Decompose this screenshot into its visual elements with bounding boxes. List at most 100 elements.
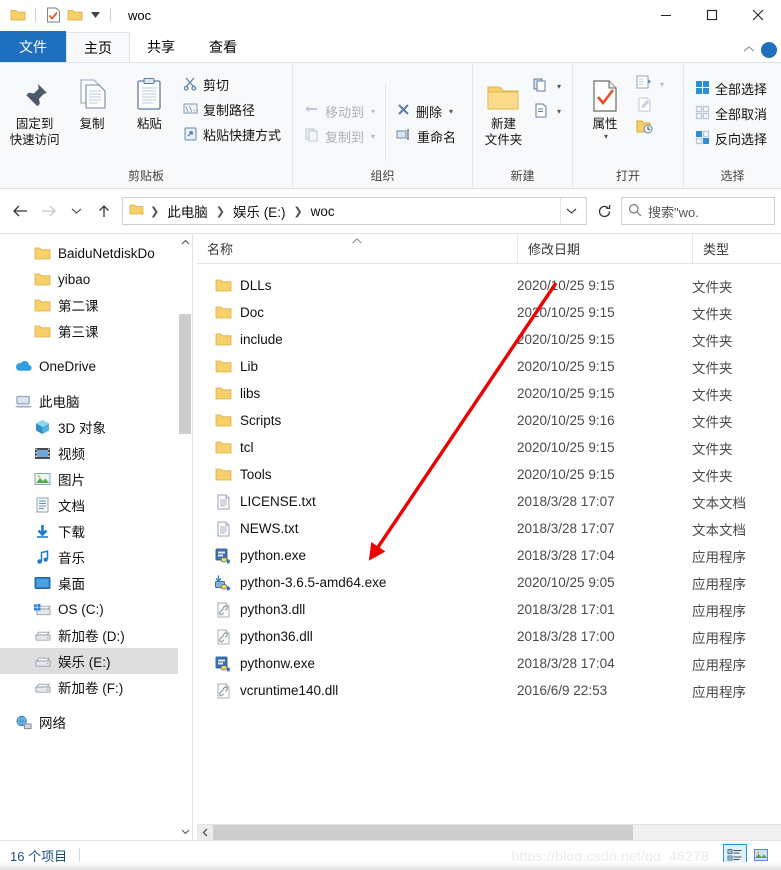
qat-dropdown-icon[interactable] — [87, 5, 103, 25]
collapse-ribbon-icon[interactable] — [743, 44, 755, 56]
properties-button[interactable]: 属性 ▾ — [579, 69, 631, 145]
sidebar-item-[interactable]: 此电脑 — [0, 388, 192, 414]
file-name-cell[interactable]: tcl — [197, 439, 517, 456]
nav-scrollbar-thumb[interactable] — [179, 314, 191, 434]
file-name-cell[interactable]: libs — [197, 385, 517, 402]
copy-path-button[interactable]: \\.. 复制路径 — [178, 97, 286, 122]
table-row[interactable]: tcl 2020/10/25 9:15 文件夹 — [197, 434, 781, 461]
delete-caret-icon[interactable]: ▾ — [449, 107, 453, 116]
horizontal-scrollbar[interactable] — [197, 824, 781, 841]
breadcrumb-item-1[interactable]: 娱乐 (E:) — [229, 199, 290, 223]
edit-button[interactable] — [631, 95, 669, 117]
invert-selection-button[interactable]: 反向选择 — [690, 126, 772, 151]
column-header-type[interactable]: 类型 — [692, 234, 781, 263]
search-box[interactable]: 搜索"wo. — [621, 197, 775, 225]
tab-share[interactable]: 共享 — [130, 32, 192, 62]
sidebar-item-f[interactable]: 新加卷 (F:) — [0, 674, 192, 700]
table-row[interactable]: NEWS.txt 2018/3/28 17:07 文本文档 — [197, 515, 781, 542]
move-to-caret-icon[interactable]: ▾ — [371, 107, 375, 116]
open-button[interactable]: ▾ — [631, 73, 669, 95]
sidebar-item-[interactable]: 视频 — [0, 440, 192, 466]
table-row[interactable]: LICENSE.txt 2018/3/28 17:07 文本文档 — [197, 488, 781, 515]
file-name-cell[interactable]: Doc — [197, 304, 517, 321]
column-header-date[interactable]: 修改日期 — [517, 234, 692, 263]
easy-access-button[interactable]: ▾ — [528, 99, 566, 124]
select-none-button[interactable]: 全部取消 — [690, 101, 772, 126]
breadcrumb-dropdown-icon[interactable] — [560, 198, 582, 224]
column-header-name[interactable]: 名称 — [197, 234, 517, 263]
cut-button[interactable]: 剪切 — [178, 72, 286, 97]
breadcrumb-chevron-2[interactable]: ❯ — [291, 205, 304, 218]
breadcrumb-chevron-0[interactable]: ❯ — [148, 205, 161, 218]
hscroll-left-icon[interactable] — [197, 824, 213, 841]
sidebar-item-[interactable]: 下载 — [0, 518, 192, 544]
table-row[interactable]: Tools 2020/10/25 9:15 文件夹 — [197, 461, 781, 488]
delete-button[interactable]: 删除 ▾ — [391, 99, 461, 124]
properties-icon[interactable] — [43, 5, 63, 25]
new-folder-icon[interactable] — [65, 5, 85, 25]
sidebar-item-os-c[interactable]: OS (C:) — [0, 596, 192, 622]
file-name-cell[interactable]: Scripts — [197, 412, 517, 429]
breadcrumb-bar[interactable]: ❯ 此电脑 ❯ 娱乐 (E:) ❯ woc — [122, 197, 587, 225]
paste-button[interactable]: 粘贴 — [121, 69, 178, 136]
file-name-cell[interactable]: python-3.6.5-amd64.exe — [197, 574, 517, 591]
new-item-button[interactable]: ▾ — [528, 74, 566, 99]
rename-button[interactable]: 重命名 — [391, 124, 461, 149]
sidebar-item-d[interactable]: 新加卷 (D:) — [0, 622, 192, 648]
maximize-button[interactable] — [689, 0, 735, 30]
file-name-cell[interactable]: pythonw.exe — [197, 655, 517, 672]
sidebar-item-[interactable]: 第三课 — [0, 318, 192, 344]
table-row[interactable]: python-3.6.5-amd64.exe 2020/10/25 9:05 应用程… — [197, 569, 781, 596]
forward-button[interactable] — [34, 197, 62, 225]
breadcrumb-item-2[interactable]: woc — [307, 202, 339, 221]
up-button[interactable] — [90, 197, 118, 225]
table-row[interactable]: libs 2020/10/25 9:15 文件夹 — [197, 380, 781, 407]
tab-view[interactable]: 查看 — [192, 32, 254, 62]
sidebar-item-baidunetdiskdo[interactable]: BaiduNetdiskDo — [0, 240, 192, 266]
sidebar-item-yibao[interactable]: yibao — [0, 266, 192, 292]
new-folder-button[interactable]: 新建 文件夹 — [479, 69, 528, 152]
pin-to-quick-access-button[interactable]: 固定到 快速访问 — [6, 69, 63, 152]
select-all-button[interactable]: 全部选择 — [690, 76, 772, 101]
paste-shortcut-button[interactable]: 粘贴快捷方式 — [178, 122, 286, 147]
breadcrumb-chevron-1[interactable]: ❯ — [214, 205, 227, 218]
copy-to-button[interactable]: 复制到 ▾ — [299, 124, 380, 149]
table-row[interactable]: Lib 2020/10/25 9:15 文件夹 — [197, 353, 781, 380]
help-icon[interactable] — [761, 42, 777, 58]
table-row[interactable]: Scripts 2020/10/25 9:16 文件夹 — [197, 407, 781, 434]
recent-locations-button[interactable] — [62, 197, 90, 225]
open-caret-icon[interactable]: ▾ — [660, 80, 664, 89]
file-name-cell[interactable]: DLLs — [197, 277, 517, 294]
table-row[interactable]: pythonw.exe 2018/3/28 17:04 应用程序 — [197, 650, 781, 677]
search-input[interactable]: 搜索"wo. — [648, 202, 699, 221]
table-row[interactable]: python36.dll 2018/3/28 17:00 应用程序 — [197, 623, 781, 650]
sidebar-item-[interactable]: 文档 — [0, 492, 192, 518]
file-name-cell[interactable]: python3.dll — [197, 601, 517, 618]
file-name-cell[interactable]: vcruntime140.dll — [197, 682, 517, 699]
sidebar-item-[interactable]: 网络 — [0, 709, 192, 735]
history-button[interactable] — [631, 117, 669, 139]
nav-scroll-down-icon[interactable] — [178, 824, 192, 840]
back-button[interactable] — [6, 197, 34, 225]
file-name-cell[interactable]: NEWS.txt — [197, 520, 517, 537]
folder-icon[interactable] — [8, 5, 28, 25]
minimize-button[interactable] — [643, 0, 689, 30]
move-to-button[interactable]: 移动到 ▾ — [299, 99, 380, 124]
file-name-cell[interactable]: Lib — [197, 358, 517, 375]
sidebar-item-[interactable]: 桌面 — [0, 570, 192, 596]
sidebar-item-[interactable]: 音乐 — [0, 544, 192, 570]
file-name-cell[interactable]: include — [197, 331, 517, 348]
table-row[interactable]: python3.dll 2018/3/28 17:01 应用程序 — [197, 596, 781, 623]
sidebar-item-onedrive[interactable]: OneDrive — [0, 353, 192, 379]
breadcrumb-root-icon[interactable] — [127, 203, 146, 219]
table-row[interactable]: DLLs 2020/10/25 9:15 文件夹 — [197, 272, 781, 299]
close-button[interactable] — [735, 0, 781, 30]
file-name-cell[interactable]: python36.dll — [197, 628, 517, 645]
sidebar-item-e[interactable]: 娱乐 (E:) — [0, 648, 192, 674]
tab-home[interactable]: 主页 — [66, 32, 130, 62]
sidebar-item-3d[interactable]: 3D 对象 — [0, 414, 192, 440]
table-row[interactable]: Doc 2020/10/25 9:15 文件夹 — [197, 299, 781, 326]
table-row[interactable]: vcruntime140.dll 2016/6/9 22:53 应用程序 — [197, 677, 781, 704]
file-name-cell[interactable]: python.exe — [197, 547, 517, 564]
easy-access-caret-icon[interactable]: ▾ — [557, 107, 561, 116]
